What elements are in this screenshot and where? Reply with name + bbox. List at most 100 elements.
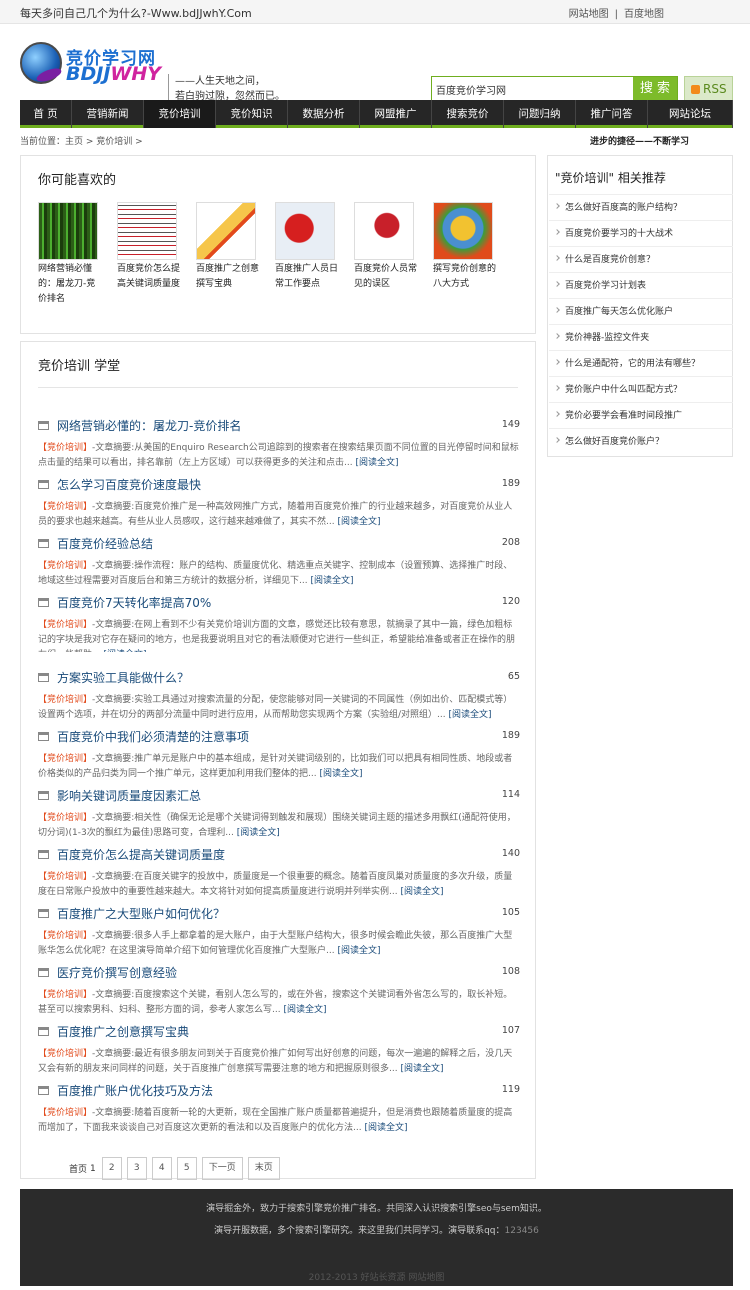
pager-page[interactable]: 2: [101, 1157, 122, 1180]
pager-page[interactable]: 4: [151, 1157, 172, 1180]
document-icon: [38, 673, 49, 682]
article-summary: 【竞价培训】-文章摘要:从美国的Enquiro Research公司追踪到的搜索…: [38, 438, 520, 475]
pager-last[interactable]: 末页: [247, 1157, 280, 1180]
category-link[interactable]: 【竞价培训】: [38, 561, 92, 571]
like-item-thumbnail[interactable]: [38, 202, 98, 260]
related-item[interactable]: 竞价账户中什么叫匹配方式？: [549, 376, 733, 402]
pager-page[interactable]: 3: [126, 1157, 147, 1180]
nav-item-5[interactable]: 网盟推广: [360, 100, 432, 128]
site-logo[interactable]: 竞价学习网 BDJJWHY: [20, 40, 161, 94]
like-item[interactable]: 百度推广人员日常工作要点: [275, 202, 354, 307]
read-more-link[interactable]: [阅读全文]: [237, 828, 280, 838]
nav-item-2[interactable]: 竞价培训: [144, 100, 216, 128]
document-icon: [38, 421, 49, 430]
read-more-link[interactable]: [阅读全文]: [355, 458, 398, 468]
category-link[interactable]: 【竞价培训】: [38, 931, 92, 941]
category-link[interactable]: 【竞价培训】: [38, 754, 92, 764]
like-item-thumbnail[interactable]: [117, 202, 177, 260]
read-more-link[interactable]: [阅读全文]: [400, 1064, 443, 1074]
read-more-link[interactable]: [阅读全文]: [319, 769, 362, 779]
category-link[interactable]: 【竞价培训】: [38, 443, 92, 453]
category-link[interactable]: 【竞价培训】: [38, 695, 92, 705]
like-item[interactable]: 百度推广之创意撰写宝典: [196, 202, 275, 307]
baidu-sitemap-link[interactable]: 百度地图: [624, 9, 664, 20]
category-link[interactable]: 【竞价培训】: [38, 1108, 92, 1118]
sitemap-link[interactable]: 网站地图: [569, 9, 609, 20]
category-link[interactable]: 【竞价培训】: [38, 1049, 92, 1059]
like-item-thumbnail[interactable]: [275, 202, 335, 260]
category-link[interactable]: 【竞价培训】: [38, 990, 92, 1000]
related-item[interactable]: 百度推广每天怎么优化账户: [549, 298, 733, 324]
read-more-link[interactable]: [阅读全文]: [400, 887, 443, 897]
pagination: 首页 1 2 3 4 5 下一页 末页: [69, 1157, 285, 1180]
read-more-link[interactable]: [阅读全文]: [364, 1123, 407, 1133]
nav-item-3[interactable]: 竞价知识: [216, 100, 288, 128]
related-item[interactable]: 竞价神器-监控文件夹: [549, 324, 733, 350]
read-more-link[interactable]: [阅读全文]: [337, 946, 380, 956]
category-link[interactable]: 【竞价培训】: [38, 502, 92, 512]
like-item[interactable]: 百度竞价人员常见的误区: [354, 202, 433, 307]
nav-item-9[interactable]: 网站论坛: [648, 100, 733, 128]
like-item[interactable]: 百度竞价怎么提高关键词质量度: [117, 202, 196, 307]
read-more-link[interactable]: [阅读全文]: [337, 517, 380, 527]
pager-page[interactable]: 5: [176, 1157, 197, 1180]
like-item-thumbnail[interactable]: [354, 202, 414, 260]
related-item[interactable]: 百度竞价要学习的十大战术: [549, 220, 733, 246]
nav-item-4[interactable]: 数据分析: [288, 100, 360, 128]
related-item[interactable]: 怎么做好百度高的账户结构？: [549, 194, 733, 220]
like-item-caption[interactable]: 网络营销必懂的：屠龙刀-竞价排名: [38, 262, 102, 307]
view-count: 120: [501, 596, 520, 607]
related-item[interactable]: 竞价必要学会看准时间段推广: [549, 402, 733, 428]
related-item[interactable]: 什么是通配符，它的用法有哪些？: [549, 350, 733, 376]
globe-logo-icon: [20, 42, 62, 84]
article-head: 百度竞价7天转化率提高70% 120: [38, 593, 520, 615]
nav-item-0[interactable]: 首 页: [20, 100, 72, 128]
nav-item-8[interactable]: 推广问答: [576, 100, 648, 128]
like-item-thumbnail[interactable]: [196, 202, 256, 260]
search-input[interactable]: [432, 77, 632, 101]
article-title[interactable]: 百度推广之大型账户如何优化？: [57, 905, 225, 922]
article-title[interactable]: 网络营销必懂的：屠龙刀-竞价排名: [57, 417, 241, 434]
nav-item-7[interactable]: 问题归纳: [504, 100, 576, 128]
article-title[interactable]: 怎么学习百度竞价速度最快: [57, 476, 201, 493]
nav-item-1[interactable]: 营销新闻: [72, 100, 144, 128]
like-item-caption[interactable]: 百度推广之创意撰写宝典: [196, 262, 260, 292]
pager-next[interactable]: 下一页: [201, 1157, 243, 1180]
read-more-link[interactable]: [阅读全文]: [310, 576, 353, 586]
category-link[interactable]: 【竞价培训】: [38, 813, 92, 823]
like-item-caption[interactable]: 撰写竞价创意的八大方式: [433, 262, 497, 292]
chevron-right-icon: [554, 333, 560, 339]
like-item-caption[interactable]: 百度推广人员日常工作要点: [275, 262, 339, 292]
view-count: 140: [501, 848, 520, 859]
pager-first[interactable]: 首页: [69, 1162, 87, 1175]
like-item-caption[interactable]: 百度竞价人员常见的误区: [354, 262, 418, 292]
read-more-link[interactable]: [阅读全文]: [283, 1005, 326, 1015]
like-item-caption[interactable]: 百度竞价怎么提高关键词质量度: [117, 262, 181, 292]
related-item[interactable]: 百度竞价学习计划表: [549, 272, 733, 298]
article-title[interactable]: 百度竞价中我们必须清楚的注意事项: [57, 728, 249, 745]
you-may-like-panel: 你可能喜欢的 网络营销必懂的：屠龙刀-竞价排名 百度竞价怎么提高关键词质量度 百度推…: [20, 155, 536, 334]
article-title[interactable]: 医疗竞价撰写创意经验: [57, 964, 177, 981]
rss-button[interactable]: RSS: [684, 76, 733, 102]
article-title[interactable]: 百度竞价7天转化率提高70%: [57, 594, 211, 611]
read-more-link[interactable]: [阅读全文]: [103, 650, 146, 652]
like-item-thumbnail[interactable]: [433, 202, 493, 260]
article-title[interactable]: 百度竞价怎么提高关键词质量度: [57, 846, 225, 863]
related-item[interactable]: 什么是百度竞价创意？: [549, 246, 733, 272]
category-link[interactable]: 【竞价培训】: [38, 872, 92, 882]
nav-item-6[interactable]: 搜索竞价: [432, 100, 504, 128]
article-summary: 【竞价培训】-文章摘要:推广单元是账户中的基本组成，是针对关键词级别的，比如我们…: [38, 749, 520, 786]
like-item[interactable]: 网络营销必懂的：屠龙刀-竞价排名: [38, 202, 117, 307]
article-title[interactable]: 方案实验工具能做什么？: [57, 669, 189, 686]
read-more-link[interactable]: [阅读全文]: [449, 710, 492, 720]
document-icon: [38, 968, 49, 977]
like-item[interactable]: 撰写竞价创意的八大方式: [433, 202, 512, 307]
article-title[interactable]: 百度推广账户优化技巧及方法: [57, 1082, 213, 1099]
category-link[interactable]: 【竞价培训】: [38, 620, 92, 630]
article-title[interactable]: 百度推广之创意撰写宝典: [57, 1023, 189, 1040]
article-title[interactable]: 影响关键词质量度因素汇总: [57, 787, 201, 804]
article-item: 影响关键词质量度因素汇总 114 【竞价培训】-文章摘要:相关性（确保无论是哪个关键…: [38, 786, 520, 845]
article-title[interactable]: 百度竞价经验总结: [57, 535, 153, 552]
related-item[interactable]: 怎么做好百度竞价账户？: [549, 428, 733, 454]
search-button[interactable]: 搜 索: [633, 77, 677, 101]
